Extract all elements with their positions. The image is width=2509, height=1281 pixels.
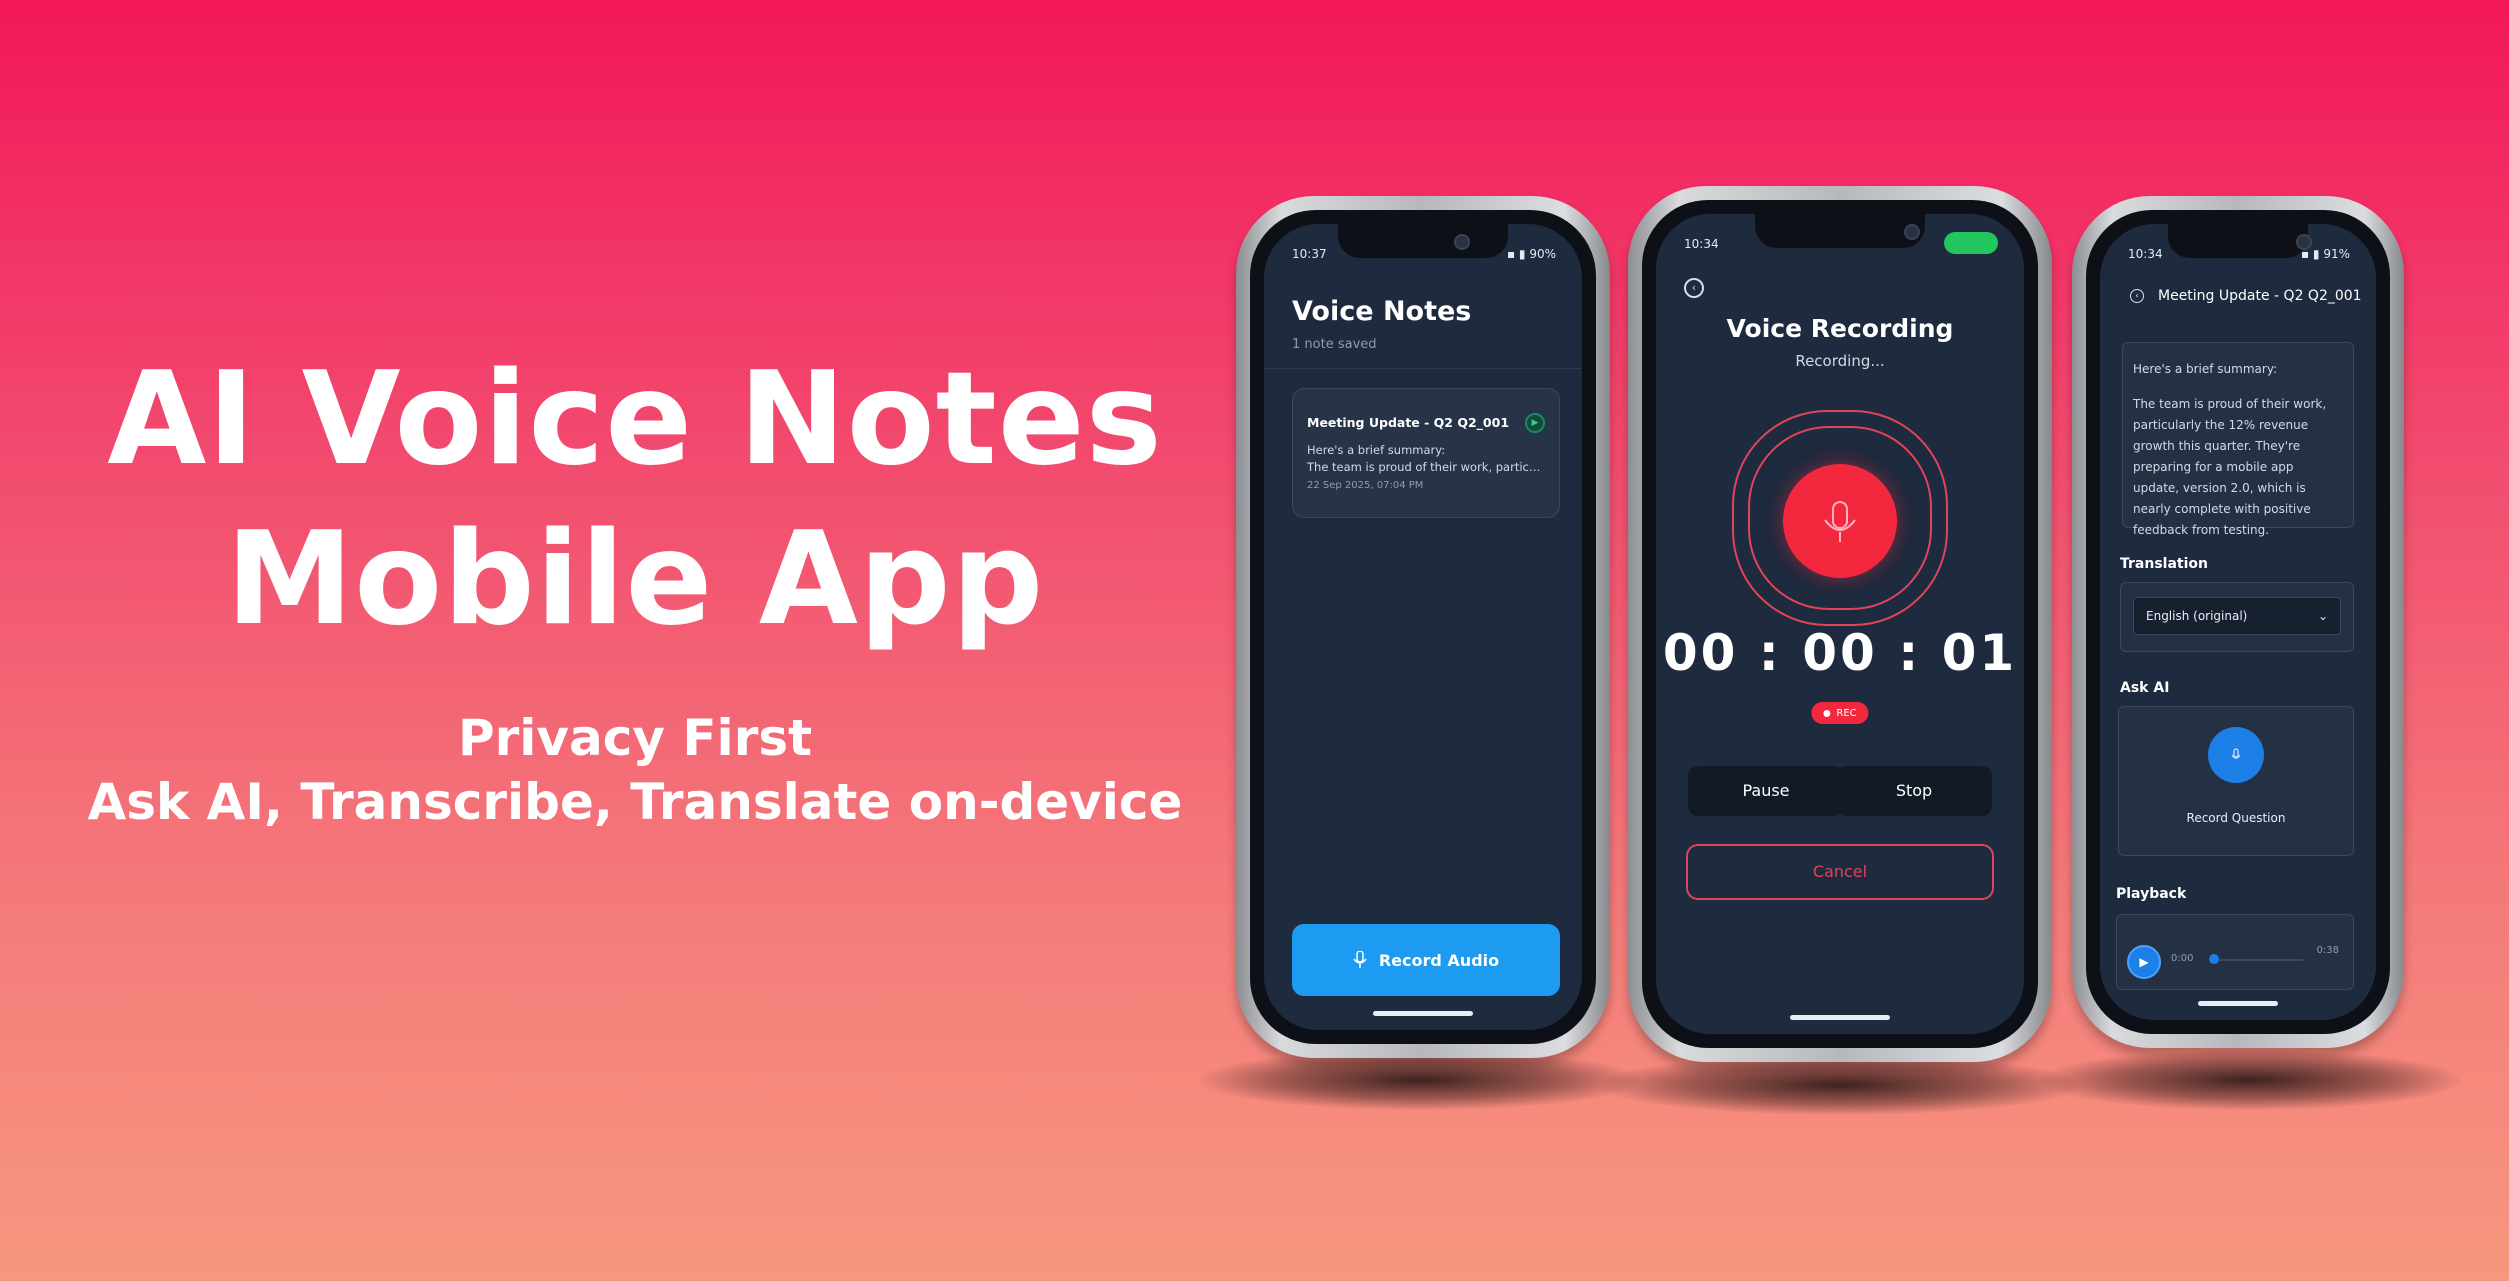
- detail-header: ‹ Meeting Update - Q2 Q2_001: [2130, 288, 2362, 304]
- phone-recording: 10:34 ‹ Voice Recording Recording... 00 …: [1628, 186, 2052, 1062]
- microphone-icon: [1353, 951, 1367, 968]
- summary-intro: Here's a brief summary:: [2133, 362, 2278, 376]
- recording-indicator-pill: [1944, 232, 1998, 254]
- cancel-button[interactable]: Cancel: [1686, 844, 1994, 900]
- pause-button[interactable]: Pause: [1688, 766, 1844, 816]
- phone-shadow: [1200, 1050, 1640, 1110]
- status-time: 10:34: [1684, 237, 1719, 251]
- recording-status: Recording...: [1795, 352, 1885, 370]
- playback-end-time: 0:38: [2316, 945, 2339, 956]
- notes-count: 1 note saved: [1292, 337, 1377, 352]
- record-question-button[interactable]: [2208, 727, 2264, 783]
- chevron-down-icon: ⌄: [2317, 609, 2328, 623]
- rec-badge-label: REC: [1836, 707, 1857, 719]
- record-audio-button[interactable]: Record Audio: [1292, 924, 1560, 996]
- playback-track[interactable]: [2213, 959, 2303, 961]
- status-bar: 10:34 ▪ ▮ 91%: [2128, 242, 2350, 266]
- recording-screen: 10:34 ‹ Voice Recording Recording... 00 …: [1656, 214, 2024, 1034]
- note-preview-line2: The team is proud of their work, particu…: [1307, 460, 1545, 474]
- hero-subtitle-line2: Ask AI, Transcribe, Translate on-device: [87, 773, 1183, 831]
- status-bar: 10:37 ▪ ▮ 90%: [1292, 242, 1556, 266]
- page-title: Meeting Update - Q2 Q2_001: [2158, 288, 2362, 304]
- record-audio-label: Record Audio: [1378, 950, 1500, 970]
- status-battery: ▪ ▮ 90%: [1506, 247, 1556, 261]
- hero-title-line1: AI Voice Notes: [107, 345, 1163, 494]
- note-date: 22 Sep 2025, 07:04 PM: [1307, 480, 1424, 491]
- language-select[interactable]: English (original) ⌄: [2133, 597, 2341, 635]
- back-icon[interactable]: ‹: [2130, 289, 2144, 303]
- status-time: 10:37: [1292, 247, 1327, 261]
- playback-scrubber[interactable]: [2209, 954, 2219, 964]
- phone-notes-list: 10:37 ▪ ▮ 90% Voice Notes 1 note saved M…: [1236, 196, 1610, 1058]
- phone-note-detail: 10:34 ▪ ▮ 91% ‹ Meeting Update - Q2 Q2_0…: [2072, 196, 2404, 1048]
- record-mic-button[interactable]: [1783, 464, 1897, 578]
- home-indicator: [2198, 1001, 2278, 1006]
- stop-button[interactable]: Stop: [1836, 766, 1992, 816]
- divider: [1264, 368, 1582, 369]
- play-circle-icon[interactable]: ▶: [1525, 413, 1545, 433]
- page-title: Voice Notes: [1292, 296, 1472, 327]
- home-indicator: [1790, 1015, 1890, 1020]
- microphone-icon: [1824, 501, 1856, 542]
- note-preview-line1: Here's a brief summary:: [1307, 443, 1446, 457]
- play-circle-icon[interactable]: ▶: [2127, 945, 2161, 979]
- phone-shadow: [1600, 1055, 2080, 1115]
- rec-dot-icon: [1823, 709, 1831, 717]
- status-battery: ▪ ▮ 91%: [2300, 247, 2350, 261]
- hero-section: AI Voice Notes Mobile App Privacy First …: [0, 0, 1270, 1281]
- hero-subtitle-line1: Privacy First: [457, 709, 813, 767]
- record-question-label: Record Question: [2186, 811, 2286, 825]
- home-indicator: [1373, 1011, 1473, 1016]
- ask-ai-label: Ask AI: [2120, 680, 2170, 696]
- hero-title: AI Voice Notes Mobile App: [0, 340, 1270, 660]
- phone-shadow: [2040, 1050, 2460, 1110]
- summary-box: Here's a brief summary: The team is prou…: [2122, 342, 2354, 537]
- hero-title-line2: Mobile App: [225, 505, 1045, 654]
- hero-subtitle: Privacy First Ask AI, Transcribe, Transl…: [0, 706, 1270, 834]
- translation-panel: English (original) ⌄: [2120, 582, 2354, 652]
- playback-start-time: 0:00: [2171, 953, 2194, 964]
- notes-list-screen: 10:37 ▪ ▮ 90% Voice Notes 1 note saved M…: [1264, 224, 1582, 1030]
- translation-label: Translation: [2120, 556, 2208, 572]
- playback-panel: ▶ 0:00 0:38: [2116, 914, 2354, 990]
- language-select-value: English (original): [2146, 609, 2248, 623]
- note-title: Meeting Update - Q2 Q2_001: [1307, 415, 1510, 430]
- note-card[interactable]: Meeting Update - Q2 Q2_001 ▶ Here's a br…: [1292, 388, 1560, 518]
- status-time: 10:34: [2128, 247, 2163, 261]
- page-title: Voice Recording: [1726, 314, 1954, 343]
- note-detail-screen: 10:34 ▪ ▮ 91% ‹ Meeting Update - Q2 Q2_0…: [2100, 224, 2376, 1020]
- playback-label: Playback: [2116, 886, 2187, 902]
- back-icon[interactable]: ‹: [1684, 278, 1704, 298]
- recording-timer: 00 : 00 : 01: [1662, 624, 2018, 682]
- microphone-icon: [2231, 747, 2241, 759]
- rec-badge: REC: [1811, 702, 1869, 724]
- summary-body: The team is proud of their work, particu…: [2133, 397, 2327, 537]
- ask-ai-panel: Record Question: [2118, 706, 2354, 856]
